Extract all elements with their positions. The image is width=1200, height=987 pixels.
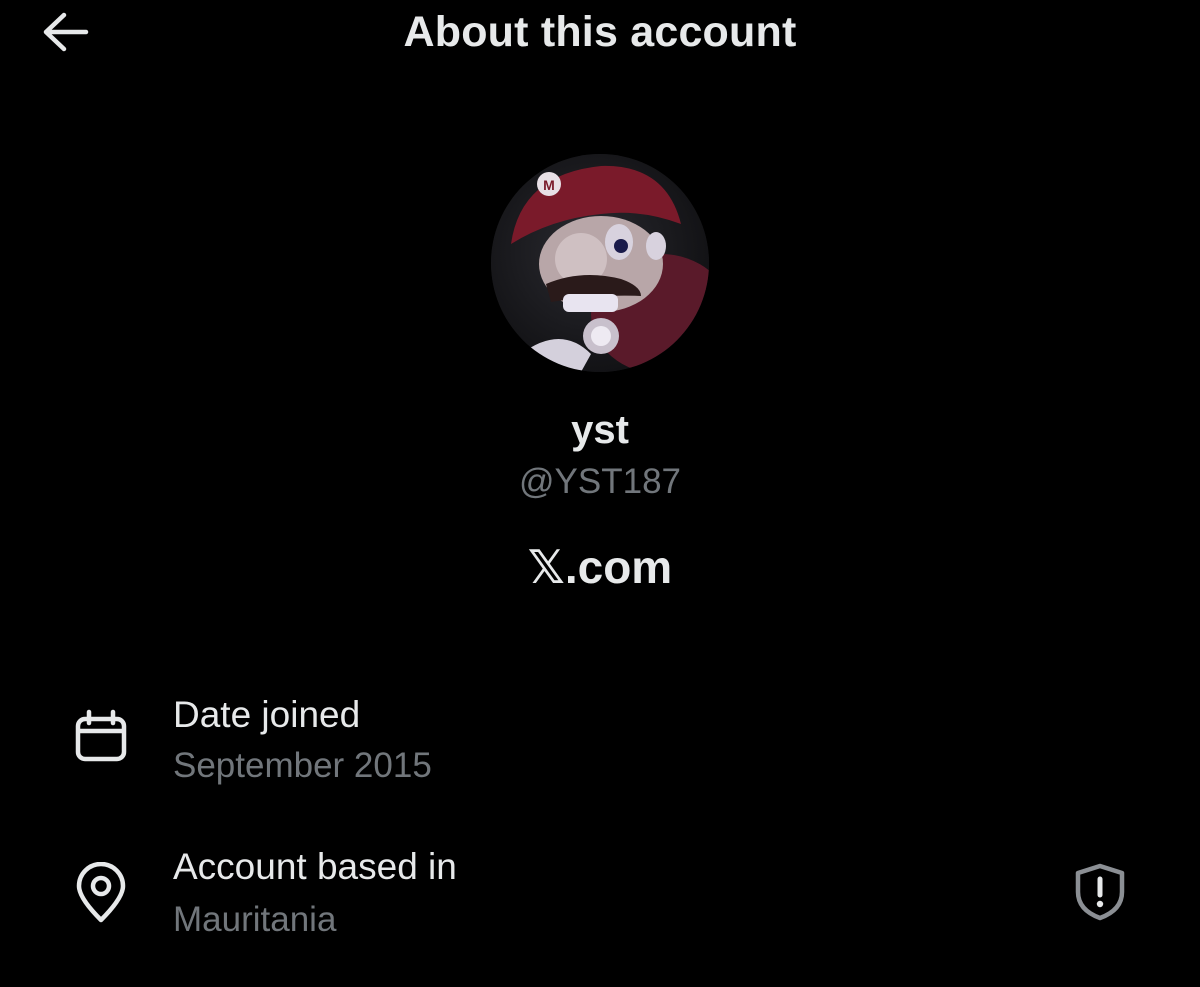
location-info-button[interactable] <box>1068 862 1132 926</box>
date-joined-row: Date joined September 2015 <box>0 692 1200 802</box>
top-bar: About this account <box>0 0 1200 70</box>
page-title: About this account <box>403 8 797 56</box>
date-joined-label: Date joined <box>173 694 361 735</box>
avatar[interactable]: M <box>491 154 709 372</box>
shield-alert-icon <box>1072 862 1128 927</box>
svg-text:M: M <box>543 177 555 193</box>
account-location-label: Account based in <box>173 846 457 887</box>
account-location-value: Mauritania <box>173 900 337 939</box>
location-pin-icon <box>70 862 132 924</box>
calendar-icon <box>70 706 132 768</box>
username-handle: @YST187 <box>519 462 681 501</box>
about-account-screen: About this account M yst @YST187 𝕏.com D… <box>0 0 1200 987</box>
account-location-row: Account based in Mauritania <box>0 844 1200 954</box>
profile-photo: M <box>491 154 709 372</box>
date-joined-value: September 2015 <box>173 746 432 785</box>
platform-label: 𝕏.com <box>527 541 673 593</box>
display-name: yst <box>571 408 629 452</box>
